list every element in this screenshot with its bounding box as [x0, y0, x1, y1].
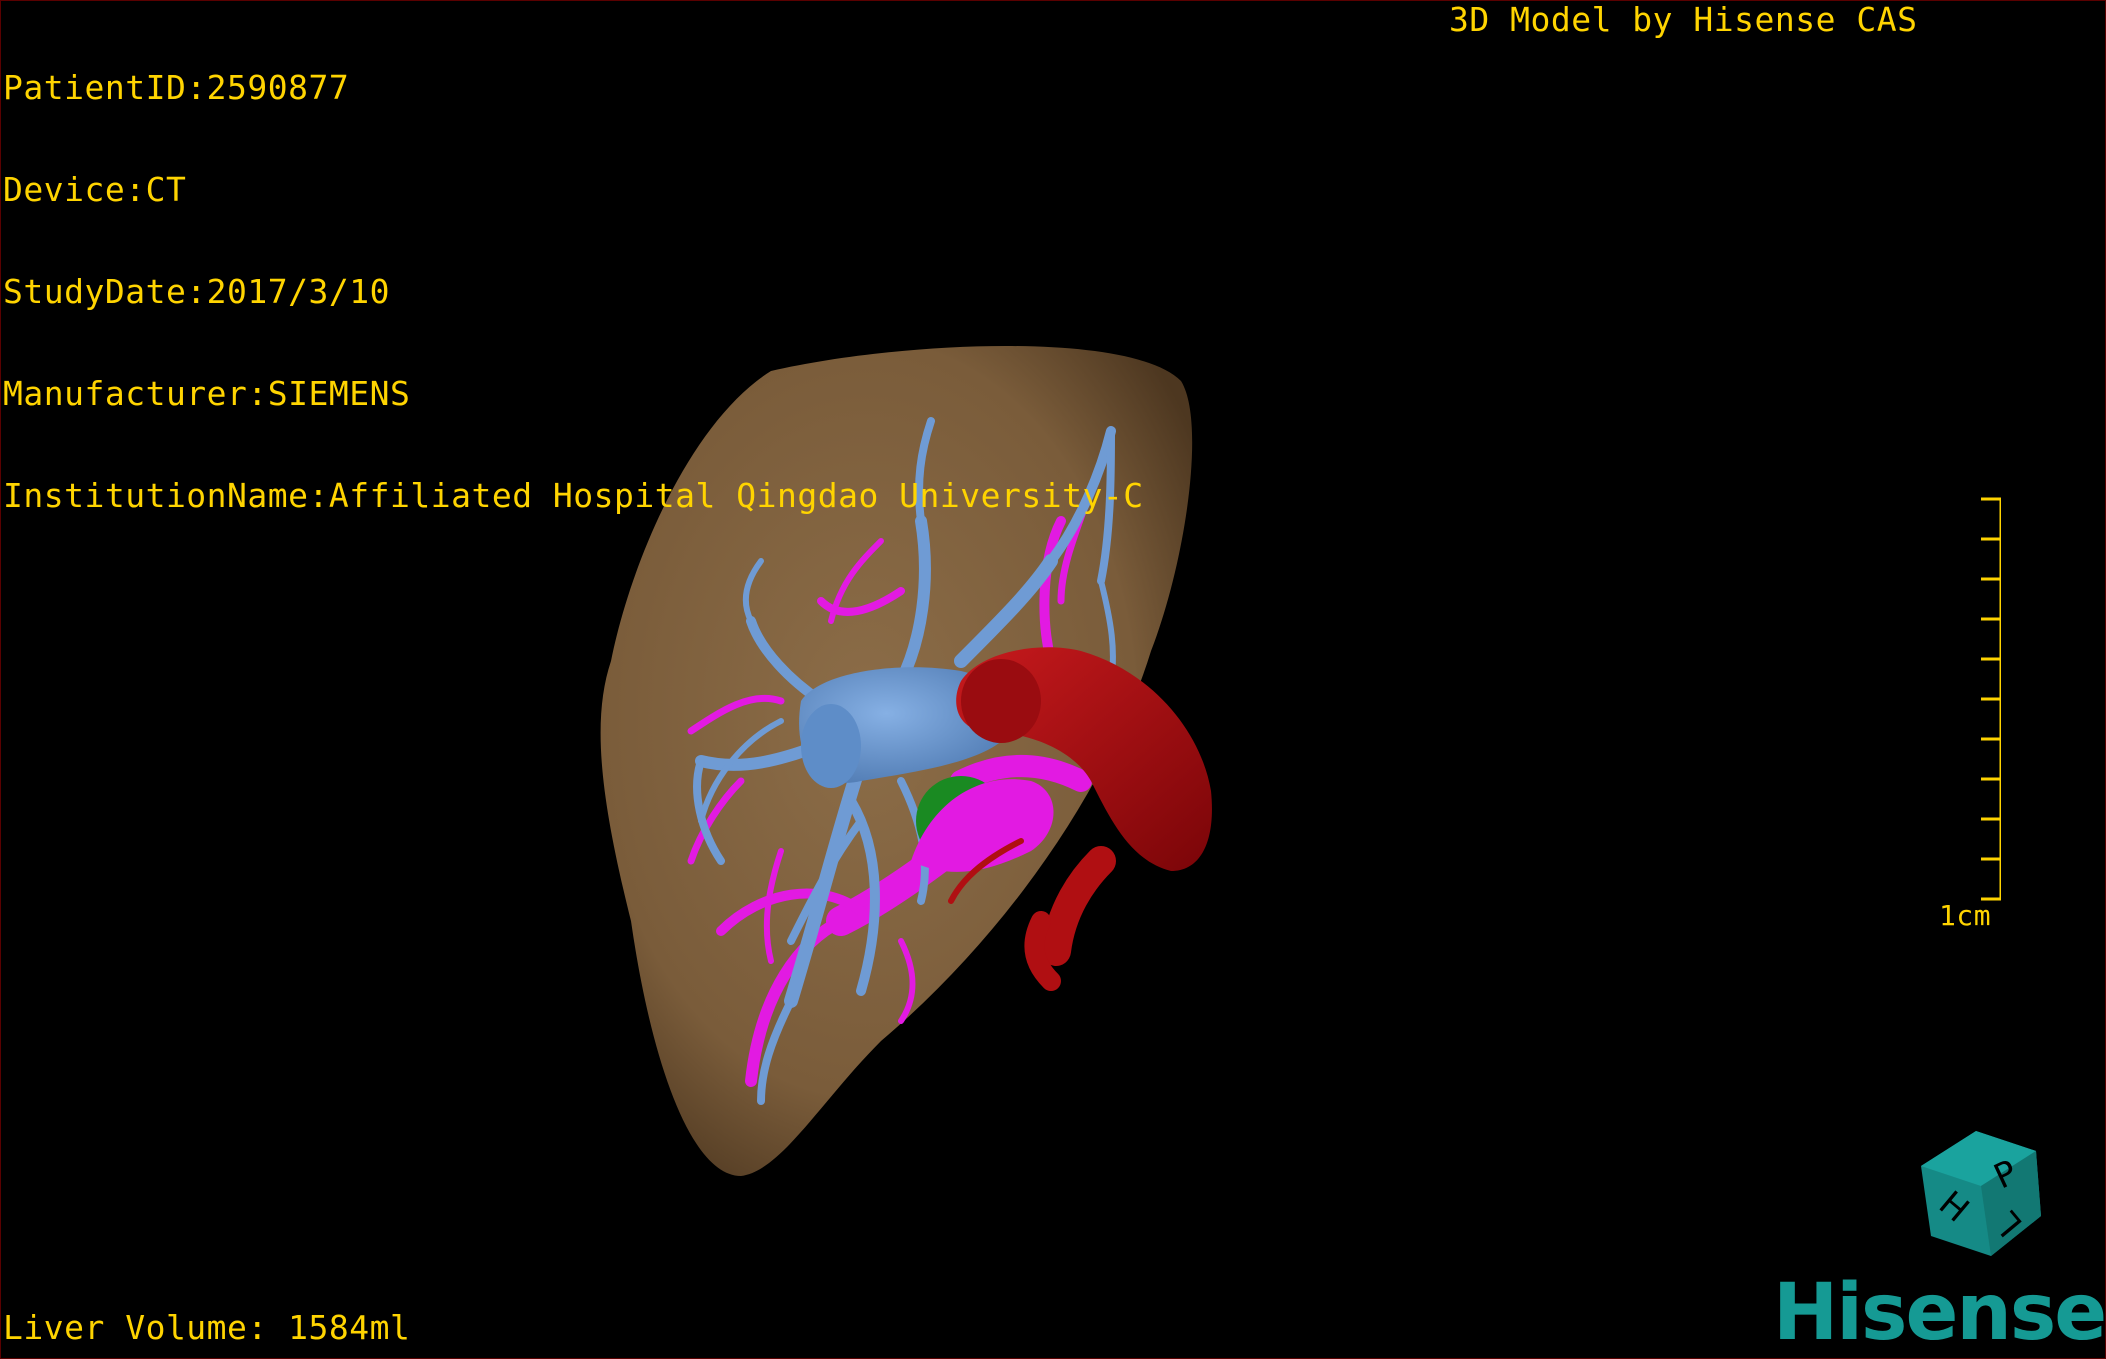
- scale-bar: [1981, 497, 2001, 901]
- scale-bar-label: 1cm: [1939, 899, 1992, 932]
- portal-vein-cut-end: [801, 704, 861, 788]
- ivc-lower-branch: [1041, 846, 1116, 966]
- manufacturer: Manufacturer:SIEMENS: [3, 374, 411, 413]
- watermark-title: 3D Model by Hisense CAS: [1449, 0, 1918, 39]
- liver-volume: Liver Volume: 1584ml: [3, 1308, 411, 1347]
- dicom-info-overlay: PatientID:2590877 Device:CT StudyDate:20…: [3, 3, 1144, 581]
- hisense-logo: Hisense: [1773, 1268, 2106, 1358]
- 3d-viewport[interactable]: PatientID:2590877 Device:CT StudyDate:20…: [0, 0, 2106, 1359]
- study-date: StudyDate:2017/3/10: [3, 272, 390, 311]
- orientation-cube[interactable]: H P L: [1901, 1116, 2051, 1266]
- patient-id: PatientID:2590877: [3, 68, 350, 107]
- device: Device:CT: [3, 170, 187, 209]
- ivc-cut-end: [961, 659, 1041, 743]
- institution-name: InstitutionName:Affiliated Hospital Qing…: [3, 476, 1144, 515]
